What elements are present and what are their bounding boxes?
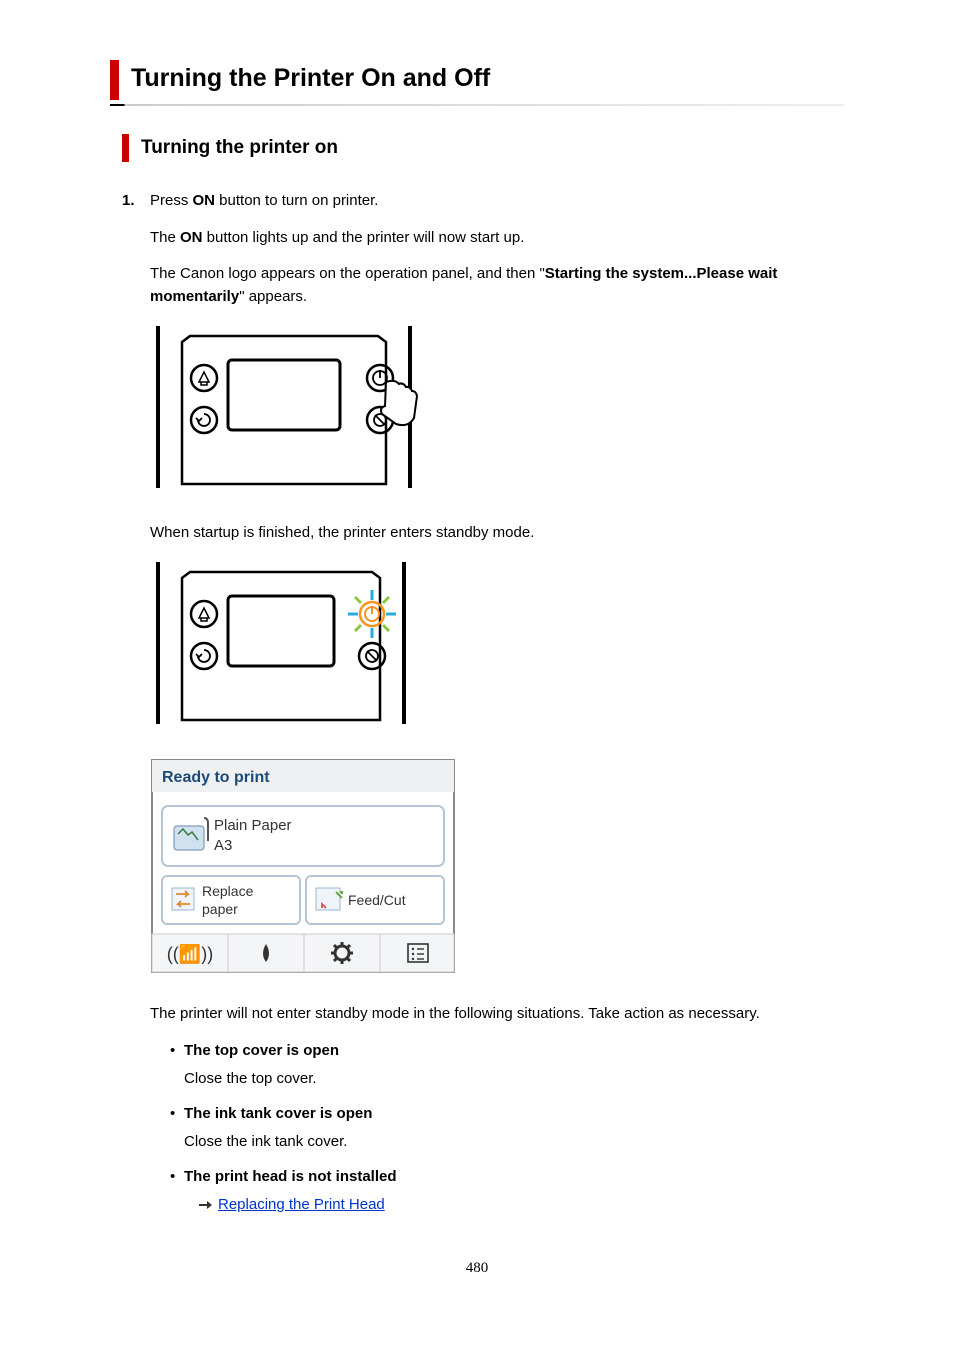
arrow-icon: [198, 1199, 212, 1211]
status-text: Ready to print: [162, 769, 270, 786]
paragraph: The Canon logo appears on the operation …: [150, 263, 844, 308]
wifi-icon: ((📶)): [167, 943, 213, 964]
svg-text:paper: paper: [202, 901, 238, 917]
link-replacing-print-head[interactable]: Replacing the Print Head: [218, 1194, 385, 1217]
page-number: 480: [110, 1257, 844, 1280]
paper-type: Plain Paper: [214, 817, 292, 834]
section-heading: Turning the printer on: [141, 134, 844, 163]
paragraph: The printer will not enter standby mode …: [150, 1003, 844, 1026]
replace-paper-label: Replace: [202, 883, 254, 899]
feed-cut-label: Feed/Cut: [348, 892, 406, 908]
step-number: 1.: [122, 190, 135, 213]
title-underline: [110, 104, 844, 106]
step-title: Press ON button to turn on printer.: [150, 192, 378, 209]
paragraph: When startup is finished, the printer en…: [150, 522, 844, 545]
figure-press-on: [150, 322, 844, 500]
figure-ready-screen: Ready to print Plain Paper A3 Replace: [150, 758, 844, 982]
page-title: Turning the Printer On and Off: [131, 60, 844, 100]
list-item: The ink tank cover is open Close the ink…: [170, 1103, 844, 1154]
paragraph: The ON button lights up and the printer …: [150, 227, 844, 250]
paper-size: A3: [214, 837, 232, 854]
list-item: The print head is not installed Replacin…: [170, 1166, 844, 1217]
gear-icon: [331, 942, 353, 964]
list-item: The top cover is open Close the top cove…: [170, 1040, 844, 1091]
figure-standby-panel: [150, 558, 844, 736]
